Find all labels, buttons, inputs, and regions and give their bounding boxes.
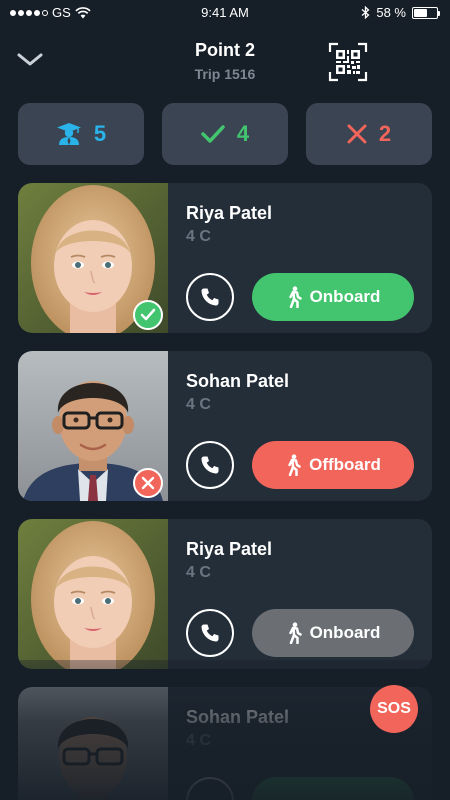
check-icon	[201, 125, 225, 143]
onboard-button[interactable]: Onboard	[252, 273, 414, 321]
cross-icon	[347, 124, 367, 144]
call-button[interactable]	[186, 609, 234, 657]
onboard-button[interactable]	[252, 777, 414, 800]
summary-bar: 5 4 2	[18, 103, 432, 165]
offboard-button-label: Offboard	[309, 455, 381, 474]
student-class: 4 C	[186, 228, 211, 245]
status-bar: GS 9:41 AM 58 %	[0, 0, 450, 24]
battery-level	[414, 8, 427, 17]
student-name: Sohan Patel	[186, 371, 290, 391]
student-photo-girl	[18, 519, 168, 669]
student-name: Riya Patel	[186, 203, 273, 223]
check-icon	[140, 308, 156, 321]
student-photo-boy	[18, 687, 168, 800]
student-icon	[56, 123, 81, 145]
onboard-button[interactable]: Onboard	[252, 609, 414, 657]
cross-icon	[141, 476, 155, 490]
summary-absent-tile[interactable]: 2	[306, 103, 432, 165]
call-button[interactable]	[186, 273, 234, 321]
battery-icon	[412, 6, 440, 19]
student-card: Riya Patel 4 C Onboard	[18, 183, 432, 333]
walking-person-icon	[288, 454, 301, 476]
trip-subtitle: Trip 1516	[194, 66, 256, 82]
summary-onboard-tile[interactable]: 4	[162, 103, 288, 165]
phone-icon	[201, 624, 219, 642]
walking-person-icon	[288, 286, 302, 308]
offboard-button[interactable]: Offboard	[252, 441, 414, 489]
summary-onboard-count: 4	[236, 121, 250, 146]
walking-person-icon	[288, 622, 302, 644]
student-card: Riya Patel 4 C Onboard	[18, 519, 432, 669]
onboard-button-label: Onboard	[309, 287, 381, 306]
summary-absent-count: 2	[378, 121, 392, 146]
bluetooth-icon	[361, 6, 370, 19]
student-card: Sohan Patel 4 C Offboard	[18, 351, 432, 501]
onboard-button-label: Onboard	[309, 623, 381, 642]
summary-total-tile[interactable]: 5	[18, 103, 144, 165]
student-name: Sohan Patel	[186, 707, 290, 727]
header: Point 2 Trip 1516	[0, 30, 450, 90]
summary-total-count: 5	[93, 121, 107, 146]
page-title: Point 2	[194, 40, 255, 60]
student-name: Riya Patel	[186, 539, 273, 559]
student-class: 4 C	[186, 564, 211, 581]
student-class: 4 C	[186, 396, 211, 413]
absent-cross-badge	[133, 468, 163, 498]
sos-button[interactable]: SOS	[370, 685, 418, 733]
battery-percent: 58 %	[376, 5, 406, 20]
status-right: 58 %	[361, 5, 440, 20]
call-button[interactable]	[186, 777, 234, 800]
phone-icon	[201, 288, 219, 306]
student-class: 4 C	[186, 732, 211, 749]
onboard-check-badge	[133, 300, 163, 330]
qr-code-icon[interactable]	[328, 42, 368, 82]
phone-icon	[201, 456, 219, 474]
call-button[interactable]	[186, 441, 234, 489]
